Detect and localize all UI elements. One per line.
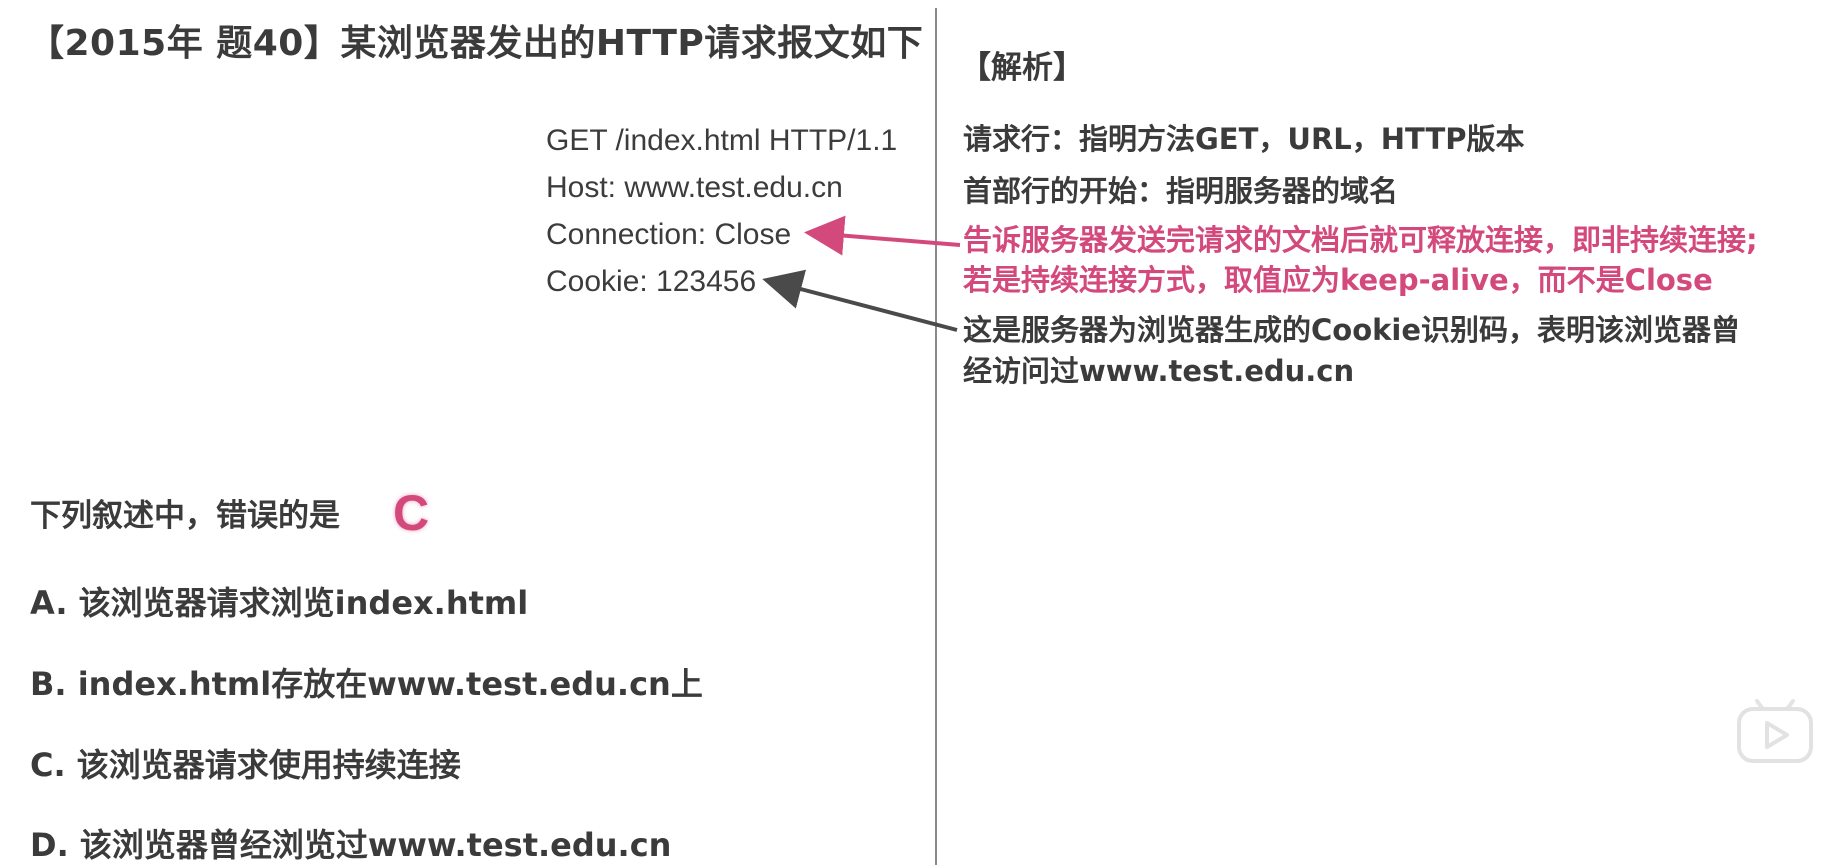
annotation-arrows (762, 215, 961, 332)
connection-arrow (804, 215, 961, 256)
cookie-arrow (762, 269, 958, 332)
slide: 【2015年 题40】某浏览器发出的HTTP请求报文如下 GET /index.… (0, 0, 1832, 865)
play-button-icon[interactable] (1735, 699, 1815, 765)
